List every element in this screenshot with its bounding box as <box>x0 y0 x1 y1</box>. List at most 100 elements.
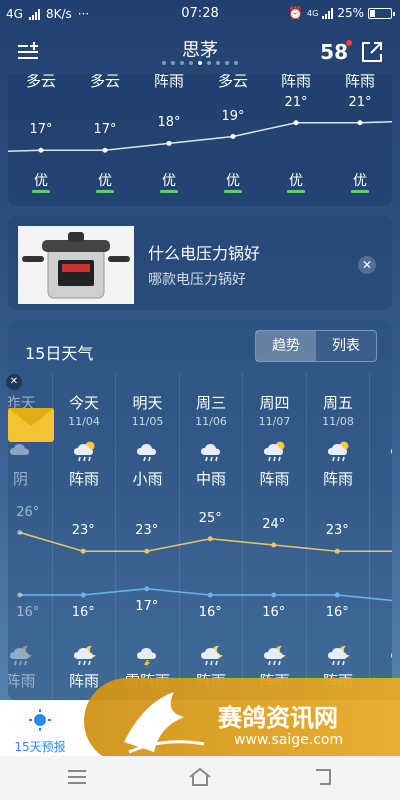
page-dot <box>198 61 202 65</box>
page-dot <box>234 61 238 65</box>
day-condition: 阵雨 <box>259 470 290 488</box>
thunder-shower-icon <box>135 644 161 668</box>
alarm-icon: ⏰ <box>288 6 304 20</box>
page-dot <box>162 61 166 65</box>
day-date: 1 <box>370 415 392 428</box>
day-date: 11/07 <box>258 415 291 428</box>
fifteen-day-card: 15日天气 趋势 列表 昨天阴阵雨今天11/04阵雨阵雨明天11/05小雨雷阵雨… <box>8 320 392 700</box>
tab-15day-label: 15天预报 <box>14 740 66 754</box>
hourly-temp: 21° <box>284 94 308 110</box>
hourly-point <box>357 120 363 126</box>
page-dot <box>216 61 220 65</box>
night-shower-icon <box>262 644 288 668</box>
ad-close-icon[interactable]: ✕ <box>358 256 376 274</box>
shower-icon <box>389 440 392 464</box>
page-dot <box>207 61 211 65</box>
hourly-point <box>230 134 236 139</box>
day-label: 今天 <box>68 394 99 412</box>
day-column[interactable]: 周四11/07阵雨阵雨 <box>242 372 305 700</box>
light-rain-icon <box>135 440 161 464</box>
ad-title[interactable]: 什么电压力锅好 <box>148 240 260 264</box>
hourly-condition: 多云 <box>89 74 120 90</box>
hourly-temp: 17° <box>29 122 53 138</box>
hourly-condition: 多云 <box>217 74 248 90</box>
watermark-title: 赛鸽资讯网 <box>218 704 338 732</box>
high-temp-label: 25° <box>198 510 222 526</box>
day-condition: 小雨 <box>132 470 163 488</box>
night-shower-icon <box>72 644 98 668</box>
hourly-condition: 多云 <box>25 74 56 90</box>
hourly-temp: 17° <box>93 122 117 138</box>
back-nav-icon[interactable] <box>312 766 334 788</box>
day-date: 11/06 <box>195 415 227 428</box>
night-shower-icon <box>389 644 392 668</box>
day-condition: 阵雨 <box>322 470 353 488</box>
system-nav-bar <box>0 756 400 800</box>
pressure-cooker-image <box>18 226 134 304</box>
day-date: 11/05 <box>131 415 164 428</box>
hourly-temp: 18° <box>157 115 181 131</box>
day-label: 周 <box>370 392 392 413</box>
hourly-condition: 阵雨 <box>344 74 375 90</box>
day-condition: 阵雨 <box>68 470 99 488</box>
page-dot <box>189 61 193 65</box>
hourly-point <box>166 140 172 146</box>
day-column[interactable]: 周1阵阵 <box>369 372 392 700</box>
low-temp-label: 16° <box>16 605 40 620</box>
high-temp-label: 23° <box>71 523 95 539</box>
night-shower-icon <box>326 644 352 668</box>
ad-subtitle: 哪款电压力锅好 <box>148 272 246 288</box>
page-dot <box>225 61 229 65</box>
mail-close-icon[interactable]: ✕ <box>6 374 22 390</box>
low-temp-label: 16° <box>325 605 349 620</box>
aqi-indicator <box>287 190 305 193</box>
hourly-aqi: 优 <box>162 173 176 189</box>
low-temp-label: 16° <box>198 605 222 620</box>
status-bar: 4G 8K/s ··· 07:28 ⏰ 4G 25% <box>0 0 400 28</box>
day-column[interactable]: 周三11/06中雨阵雨 <box>178 372 242 700</box>
hourly-aqi: 优 <box>289 173 303 189</box>
day-label: 明天 <box>132 394 163 412</box>
page-dot <box>180 61 184 65</box>
shower-icon <box>72 440 98 464</box>
hourly-temp: 19° <box>221 108 245 124</box>
day-label: 周四 <box>259 394 290 412</box>
aqi-indicator <box>351 190 369 193</box>
tab-15day[interactable]: 15天预报 <box>10 708 70 755</box>
watermark-logo: 赛鸽资讯网 www.saige.com <box>84 678 400 764</box>
night-condition: 阵雨 <box>8 672 36 690</box>
hourly-forecast-card[interactable]: 多云 17° 优 多云 17° 优 阵雨 18° 优 多云 19° 优 阵雨 21° 优 阵雨 21° 优 <box>8 74 392 206</box>
hourly-point <box>293 120 299 126</box>
day-date: 11/04 <box>68 415 100 428</box>
envelope-icon[interactable] <box>8 408 54 442</box>
day-label: 周五 <box>322 394 353 412</box>
day-condition: 阵 <box>370 468 392 489</box>
aqi-indicator <box>224 190 242 193</box>
battery-icon <box>368 7 395 19</box>
aqi-indicator <box>160 190 178 193</box>
high-temp-label: 24° <box>262 517 286 532</box>
watermark-url: www.saige.com <box>234 732 344 748</box>
high-temp-label: 23° <box>325 523 349 539</box>
aqi-indicator <box>32 190 50 193</box>
shower-icon <box>262 440 288 464</box>
hourly-aqi: 优 <box>98 173 112 189</box>
network-small: 4G <box>307 8 319 18</box>
low-temp-label: 16° <box>262 605 286 620</box>
night-shower-icon <box>8 644 34 668</box>
day-condition: 中雨 <box>195 470 226 488</box>
hourly-condition: 阵雨 <box>153 74 184 90</box>
ad-banner[interactable]: 什么电压力锅好 哪款电压力锅好 ✕ <box>8 216 392 310</box>
hourly-condition: 阵雨 <box>280 74 311 90</box>
page-dot <box>171 61 175 65</box>
air-score-button[interactable]: 58 <box>320 40 352 64</box>
day-label: 周三 <box>195 394 226 412</box>
notification-dot <box>346 40 352 46</box>
share-icon[interactable] <box>360 40 384 64</box>
moderate-rain-icon <box>199 440 225 464</box>
home-nav-icon[interactable] <box>188 766 212 788</box>
low-temp-label: 17° <box>135 598 159 614</box>
menu-nav-icon[interactable] <box>66 766 88 788</box>
high-temp-label: 23° <box>135 523 159 539</box>
battery-percent: 25% <box>337 6 364 20</box>
